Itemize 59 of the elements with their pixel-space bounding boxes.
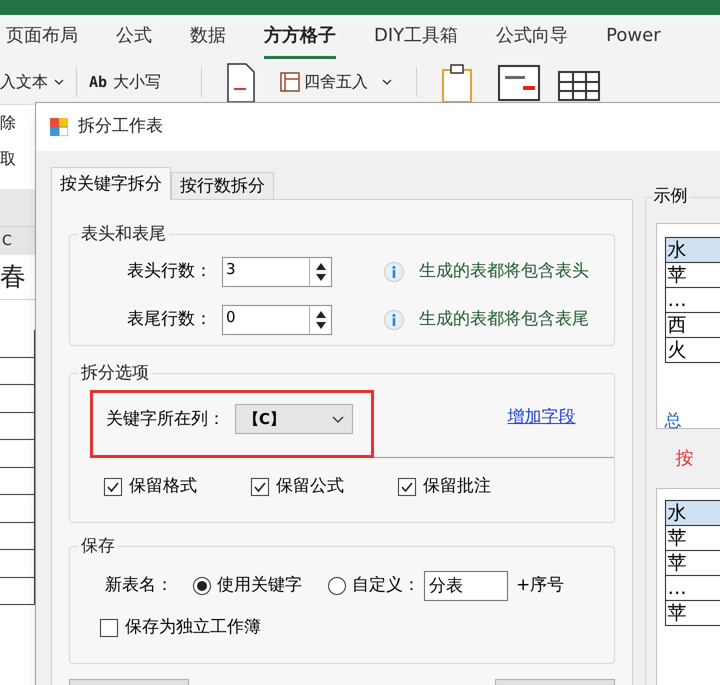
suffix-label: +序号 <box>516 574 564 598</box>
checkbox-label[interactable]: 保留公式 <box>276 474 344 500</box>
info-icon <box>384 262 404 282</box>
checkbox[interactable] <box>100 618 118 637</box>
toolbar-label[interactable]: 除 <box>0 105 35 141</box>
radio-button[interactable] <box>193 577 211 595</box>
ribbon-tab[interactable]: 公式向导 <box>496 16 568 59</box>
case-icon: Ab <box>89 70 108 94</box>
radio-button[interactable] <box>328 577 346 595</box>
toolbar-label[interactable]: 入文本 <box>0 70 48 94</box>
table-cell: 水 <box>664 237 720 263</box>
add-field-link[interactable]: 增加字段 <box>508 405 576 430</box>
field-label: 表头行数： <box>126 260 213 284</box>
checkbox[interactable] <box>104 478 122 496</box>
ribbon-tab[interactable]: Power <box>606 16 661 59</box>
hint-text: 生成的表都将包含表尾 <box>419 308 589 332</box>
column-dropdown[interactable]: 【C】 <box>235 404 353 434</box>
ribbon-tab[interactable]: DIY工具箱 <box>374 16 458 59</box>
info-icon <box>384 310 404 330</box>
form-icon[interactable] <box>497 62 542 102</box>
table-cell: 苹 <box>664 600 720 626</box>
radio-label[interactable]: 使用关键字 <box>217 573 302 599</box>
down-arrow-icon[interactable] <box>316 274 326 281</box>
field-label: 关键字所在列： <box>106 408 225 431</box>
app-icon <box>50 118 68 136</box>
document-icon[interactable] <box>226 62 256 102</box>
checkbox-label[interactable]: 保存为独立工作簿 <box>125 615 261 640</box>
checkbox-label[interactable]: 保留格式 <box>129 474 197 500</box>
toolbar-label[interactable]: 取 <box>0 141 35 177</box>
checkbox-label[interactable]: 保留批注 <box>423 474 491 500</box>
checkbox[interactable] <box>398 478 416 496</box>
name-input-field[interactable]: 分表 <box>424 571 508 601</box>
up-arrow-icon[interactable] <box>316 311 326 318</box>
number-spinner[interactable]: 0 <box>222 305 332 335</box>
chevron-down-icon <box>332 416 344 422</box>
number-spinner[interactable]: 3 <box>222 257 332 287</box>
toolbar-label[interactable]: 四舍五入 <box>304 70 368 94</box>
down-arrow-icon[interactable] <box>316 322 326 329</box>
column-header: C <box>0 227 35 255</box>
window-title: 拆分工作表 <box>78 115 163 138</box>
sheet-label: 总 <box>664 410 683 433</box>
round-icon <box>280 72 300 92</box>
ribbon-tab[interactable]: 数据 <box>190 16 226 59</box>
ribbon-tab[interactable]: 页面布局 <box>6 16 78 59</box>
radio-label[interactable]: 自定义： <box>352 573 420 599</box>
hint-text: 生成的表都将包含表头 <box>419 260 589 284</box>
field-label: 新表名： <box>105 574 173 598</box>
toolbar-label[interactable]: 大小写 <box>113 70 162 94</box>
caret-icon <box>382 79 392 85</box>
caret-icon <box>54 79 64 85</box>
example-note: 按 <box>676 447 695 471</box>
up-arrow-icon[interactable] <box>316 263 326 270</box>
dialog-tab[interactable]: 按关键字拆分 <box>51 167 171 200</box>
field-label: 表尾行数： <box>126 308 213 332</box>
table-cell: 水 <box>664 500 720 526</box>
checkbox[interactable] <box>251 478 269 496</box>
table-cell: 火 <box>664 337 720 363</box>
dialog-tab[interactable]: 按行数拆分 <box>171 172 274 199</box>
ribbon-tab[interactable]: 公式 <box>116 16 152 59</box>
